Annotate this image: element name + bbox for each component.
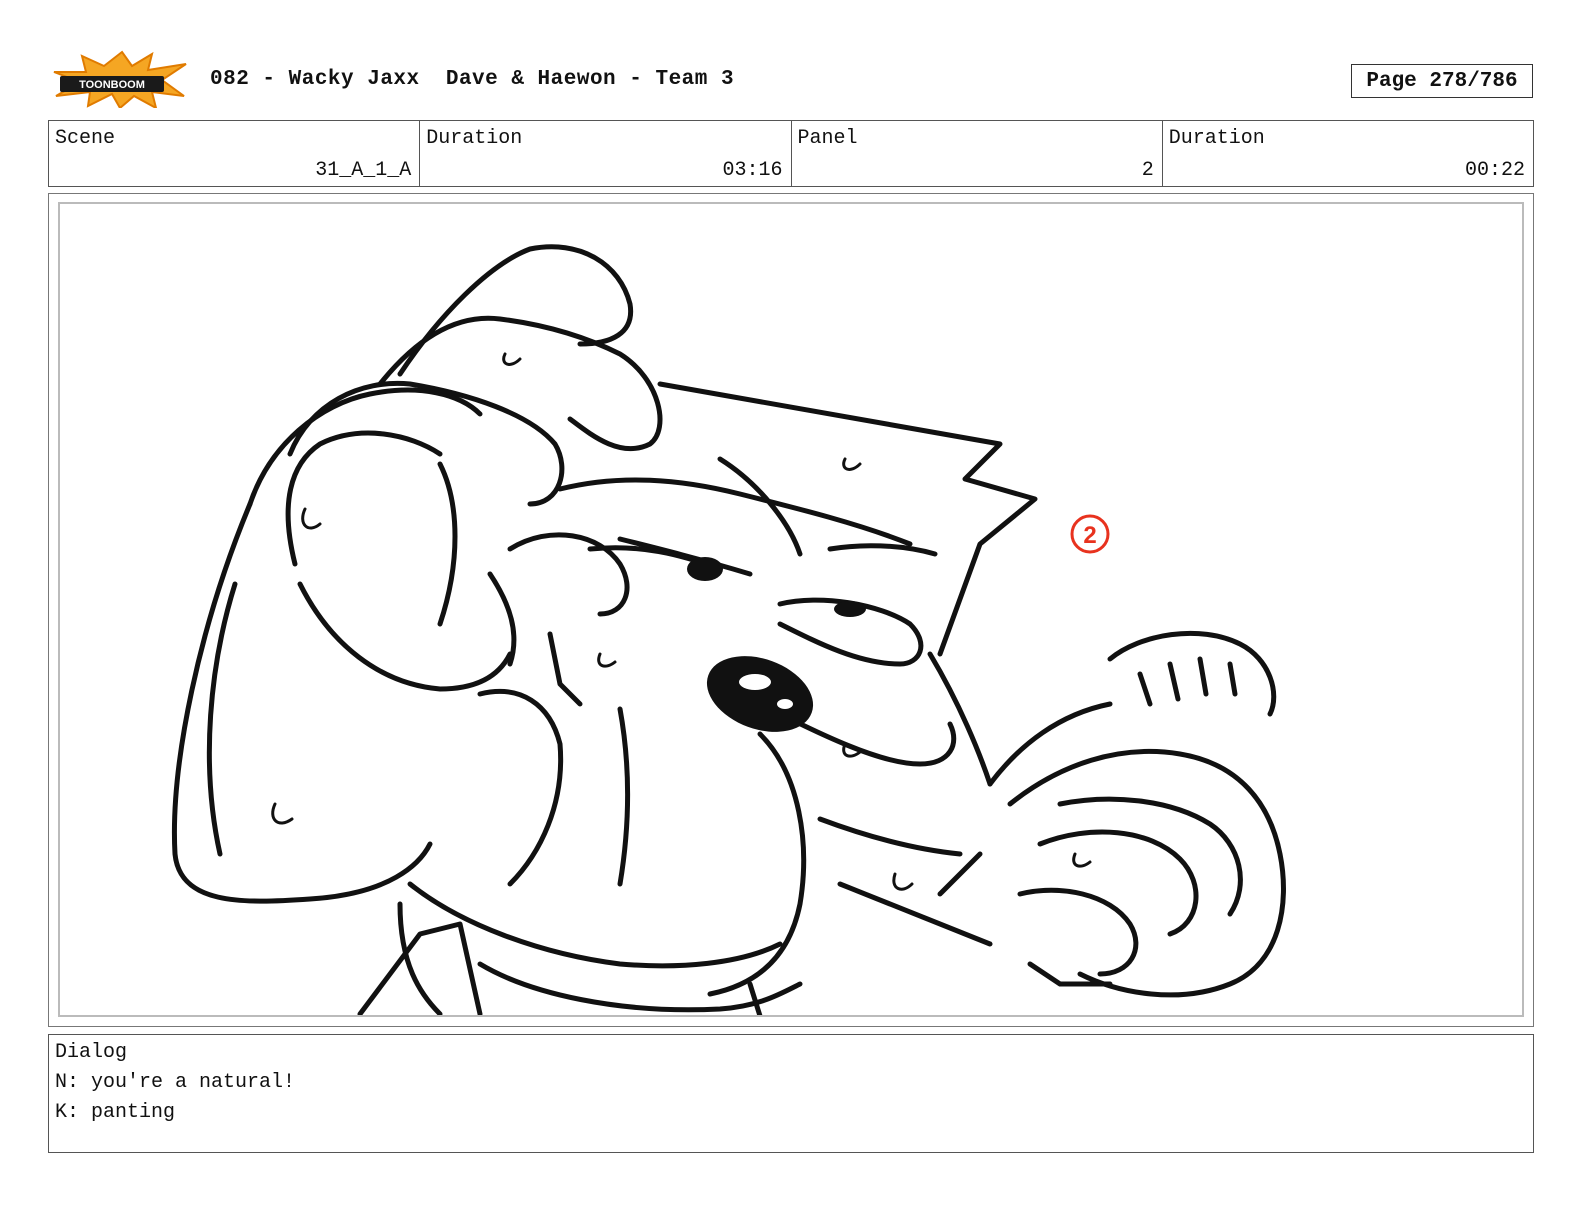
head-side <box>927 651 993 787</box>
cheek-left <box>547 631 583 707</box>
toonboom-logo: TOONBOOM <box>52 50 188 110</box>
left-arm-cuff <box>206 581 238 857</box>
eye-right-pupil <box>834 601 866 617</box>
sweat-drop <box>892 872 914 891</box>
sweat-drop <box>301 507 322 530</box>
shirt-fold <box>617 706 630 887</box>
brow-right <box>827 543 938 557</box>
panel-cell: Panel 2 <box>792 121 1163 186</box>
logo-text: TOONBOOM <box>79 79 145 91</box>
shirt-band-left <box>397 901 443 1015</box>
scene-value: 31_A_1_A <box>315 159 412 182</box>
panel-label: Panel <box>797 127 858 150</box>
palm-bottom <box>297 581 513 692</box>
scene-info-table: Scene 31_A_1_A Duration 03:16 Panel 2 Du… <box>48 120 1534 187</box>
finger-top-1 <box>397 244 634 377</box>
scene-duration-value: 03:16 <box>722 159 783 182</box>
right-arm-top <box>817 816 963 857</box>
sweat-drop <box>271 802 294 825</box>
document-title: 082 - Wacky Jaxx Dave & Haewon - Team 3 <box>210 68 735 91</box>
scene-duration-label: Duration <box>426 127 523 150</box>
teeth-bottom <box>777 699 793 709</box>
shoulder-line <box>987 701 1113 787</box>
dialog-box: Dialog N: you're a natural! K: panting <box>48 1034 1534 1153</box>
mouth <box>706 656 814 732</box>
thumb-crease <box>437 461 458 627</box>
dialog-line: K: panting <box>55 1101 176 1124</box>
storyboard-panel: 2 <box>58 202 1524 1017</box>
palm-inner <box>285 430 443 567</box>
scene-label: Scene <box>55 127 116 150</box>
panel-duration-cell: Duration 00:22 <box>1163 121 1533 186</box>
fist-finger-3 <box>1017 887 1139 977</box>
left-arm-top <box>247 387 483 507</box>
shirt-sleeve-left <box>477 688 564 887</box>
brow-line <box>557 477 913 547</box>
lower-left-leg <box>357 921 483 1015</box>
sweat-drop <box>842 457 862 471</box>
page-number: Page 278/786 <box>1351 64 1533 98</box>
dialog-line: N: you're a natural! <box>55 1071 296 1094</box>
raised-fist <box>1107 630 1277 717</box>
sweat-drop <box>502 352 522 366</box>
fist-finger-2 <box>1037 829 1199 937</box>
thumb-side <box>487 571 517 667</box>
panel-value: 2 <box>1141 159 1154 182</box>
panel-sketch: 2 <box>172 244 1286 1015</box>
sweat-drop <box>597 652 617 668</box>
teeth-top <box>739 674 771 690</box>
right-arm-bottom <box>837 881 993 947</box>
eye-left-pupil <box>687 557 723 581</box>
panel-annotation-number: 2 <box>1083 522 1096 549</box>
scene-cell: Scene 31_A_1_A <box>49 121 421 186</box>
raised-fist-knuckles <box>1137 656 1238 707</box>
dialog-label: Dialog <box>55 1041 128 1064</box>
panel-duration-value: 00:22 <box>1464 159 1525 182</box>
scene-duration-cell: Duration 03:16 <box>420 121 792 186</box>
panel-duration-label: Duration <box>1168 127 1265 150</box>
sweat-drop <box>1072 852 1092 868</box>
right-arm-cuff <box>937 851 983 897</box>
